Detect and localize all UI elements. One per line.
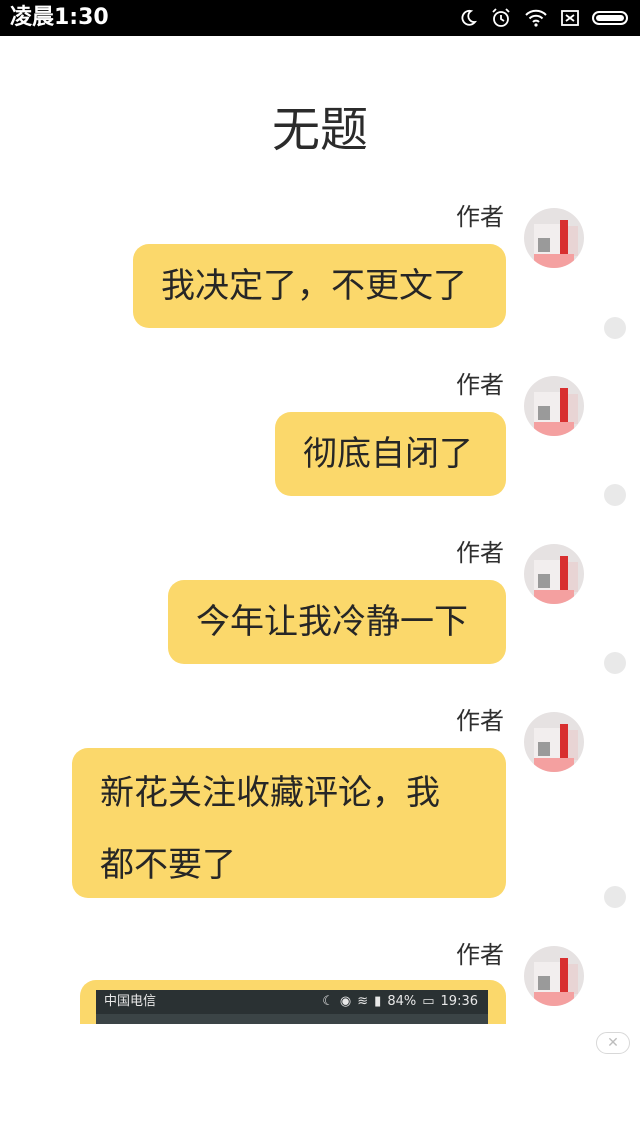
message-bubble[interactable]: 今年让我冷静一下	[168, 580, 506, 664]
avatar[interactable]	[524, 712, 584, 772]
eye-icon: ◉	[339, 994, 352, 1009]
embedded-status-bar: 中国电信 ☾ ◉ ≋ ▮ 84% ▭ 19:36	[96, 990, 488, 1014]
embedded-battery: 84%	[387, 994, 417, 1009]
message-bubble[interactable]: 我决定了，不更文了	[133, 244, 506, 328]
author-label: 作者	[456, 539, 504, 567]
embedded-time: 19:36	[440, 994, 478, 1009]
read-indicator	[604, 886, 626, 908]
read-indicator	[604, 652, 626, 674]
avatar[interactable]	[524, 376, 584, 436]
wifi-icon	[525, 9, 547, 27]
embedded-carrier: 中国电信	[104, 994, 157, 1009]
battery-icon: ▭	[422, 994, 435, 1009]
avatar[interactable]	[524, 208, 584, 268]
status-time: 凌晨1:30	[10, 5, 109, 30]
message-bubble[interactable]: 新花关注收藏评论，我 都不要了	[72, 748, 506, 898]
no-sim-icon	[561, 10, 579, 26]
image-message-bubble[interactable]: 中国电信 ☾ ◉ ≋ ▮ 84% ▭ 19:36	[80, 980, 506, 1024]
moon-icon	[461, 9, 477, 26]
status-bar: 凌晨1:30	[0, 0, 640, 36]
embedded-status-right: ☾ ◉ ≋ ▮ 84% ▭ 19:36	[322, 990, 478, 1014]
embedded-screenshot: 中国电信 ☾ ◉ ≋ ▮ 84% ▭ 19:36	[96, 990, 488, 1024]
bottom-area	[0, 1024, 640, 1138]
close-icon[interactable]: ✕	[596, 1032, 630, 1054]
author-label: 作者	[456, 371, 504, 399]
page-title: 无题	[271, 102, 368, 158]
moon-icon: ☾	[322, 994, 334, 1009]
message-line: 都不要了	[100, 845, 236, 885]
avatar[interactable]	[524, 946, 584, 1006]
message-line: 新花关注收藏评论，我	[100, 773, 440, 813]
author-label: 作者	[456, 203, 504, 231]
status-icons	[458, 7, 632, 29]
author-label: 作者	[456, 941, 504, 969]
read-indicator	[604, 484, 626, 506]
avatar[interactable]	[524, 544, 584, 604]
read-indicator	[604, 317, 626, 339]
alarm-icon	[492, 8, 510, 27]
signal-icon: ▮	[374, 994, 382, 1009]
message-bubble[interactable]: 彻底自闭了	[275, 412, 506, 496]
wifi-icon: ≋	[357, 994, 369, 1009]
author-label: 作者	[456, 707, 504, 735]
battery-icon	[592, 11, 628, 25]
